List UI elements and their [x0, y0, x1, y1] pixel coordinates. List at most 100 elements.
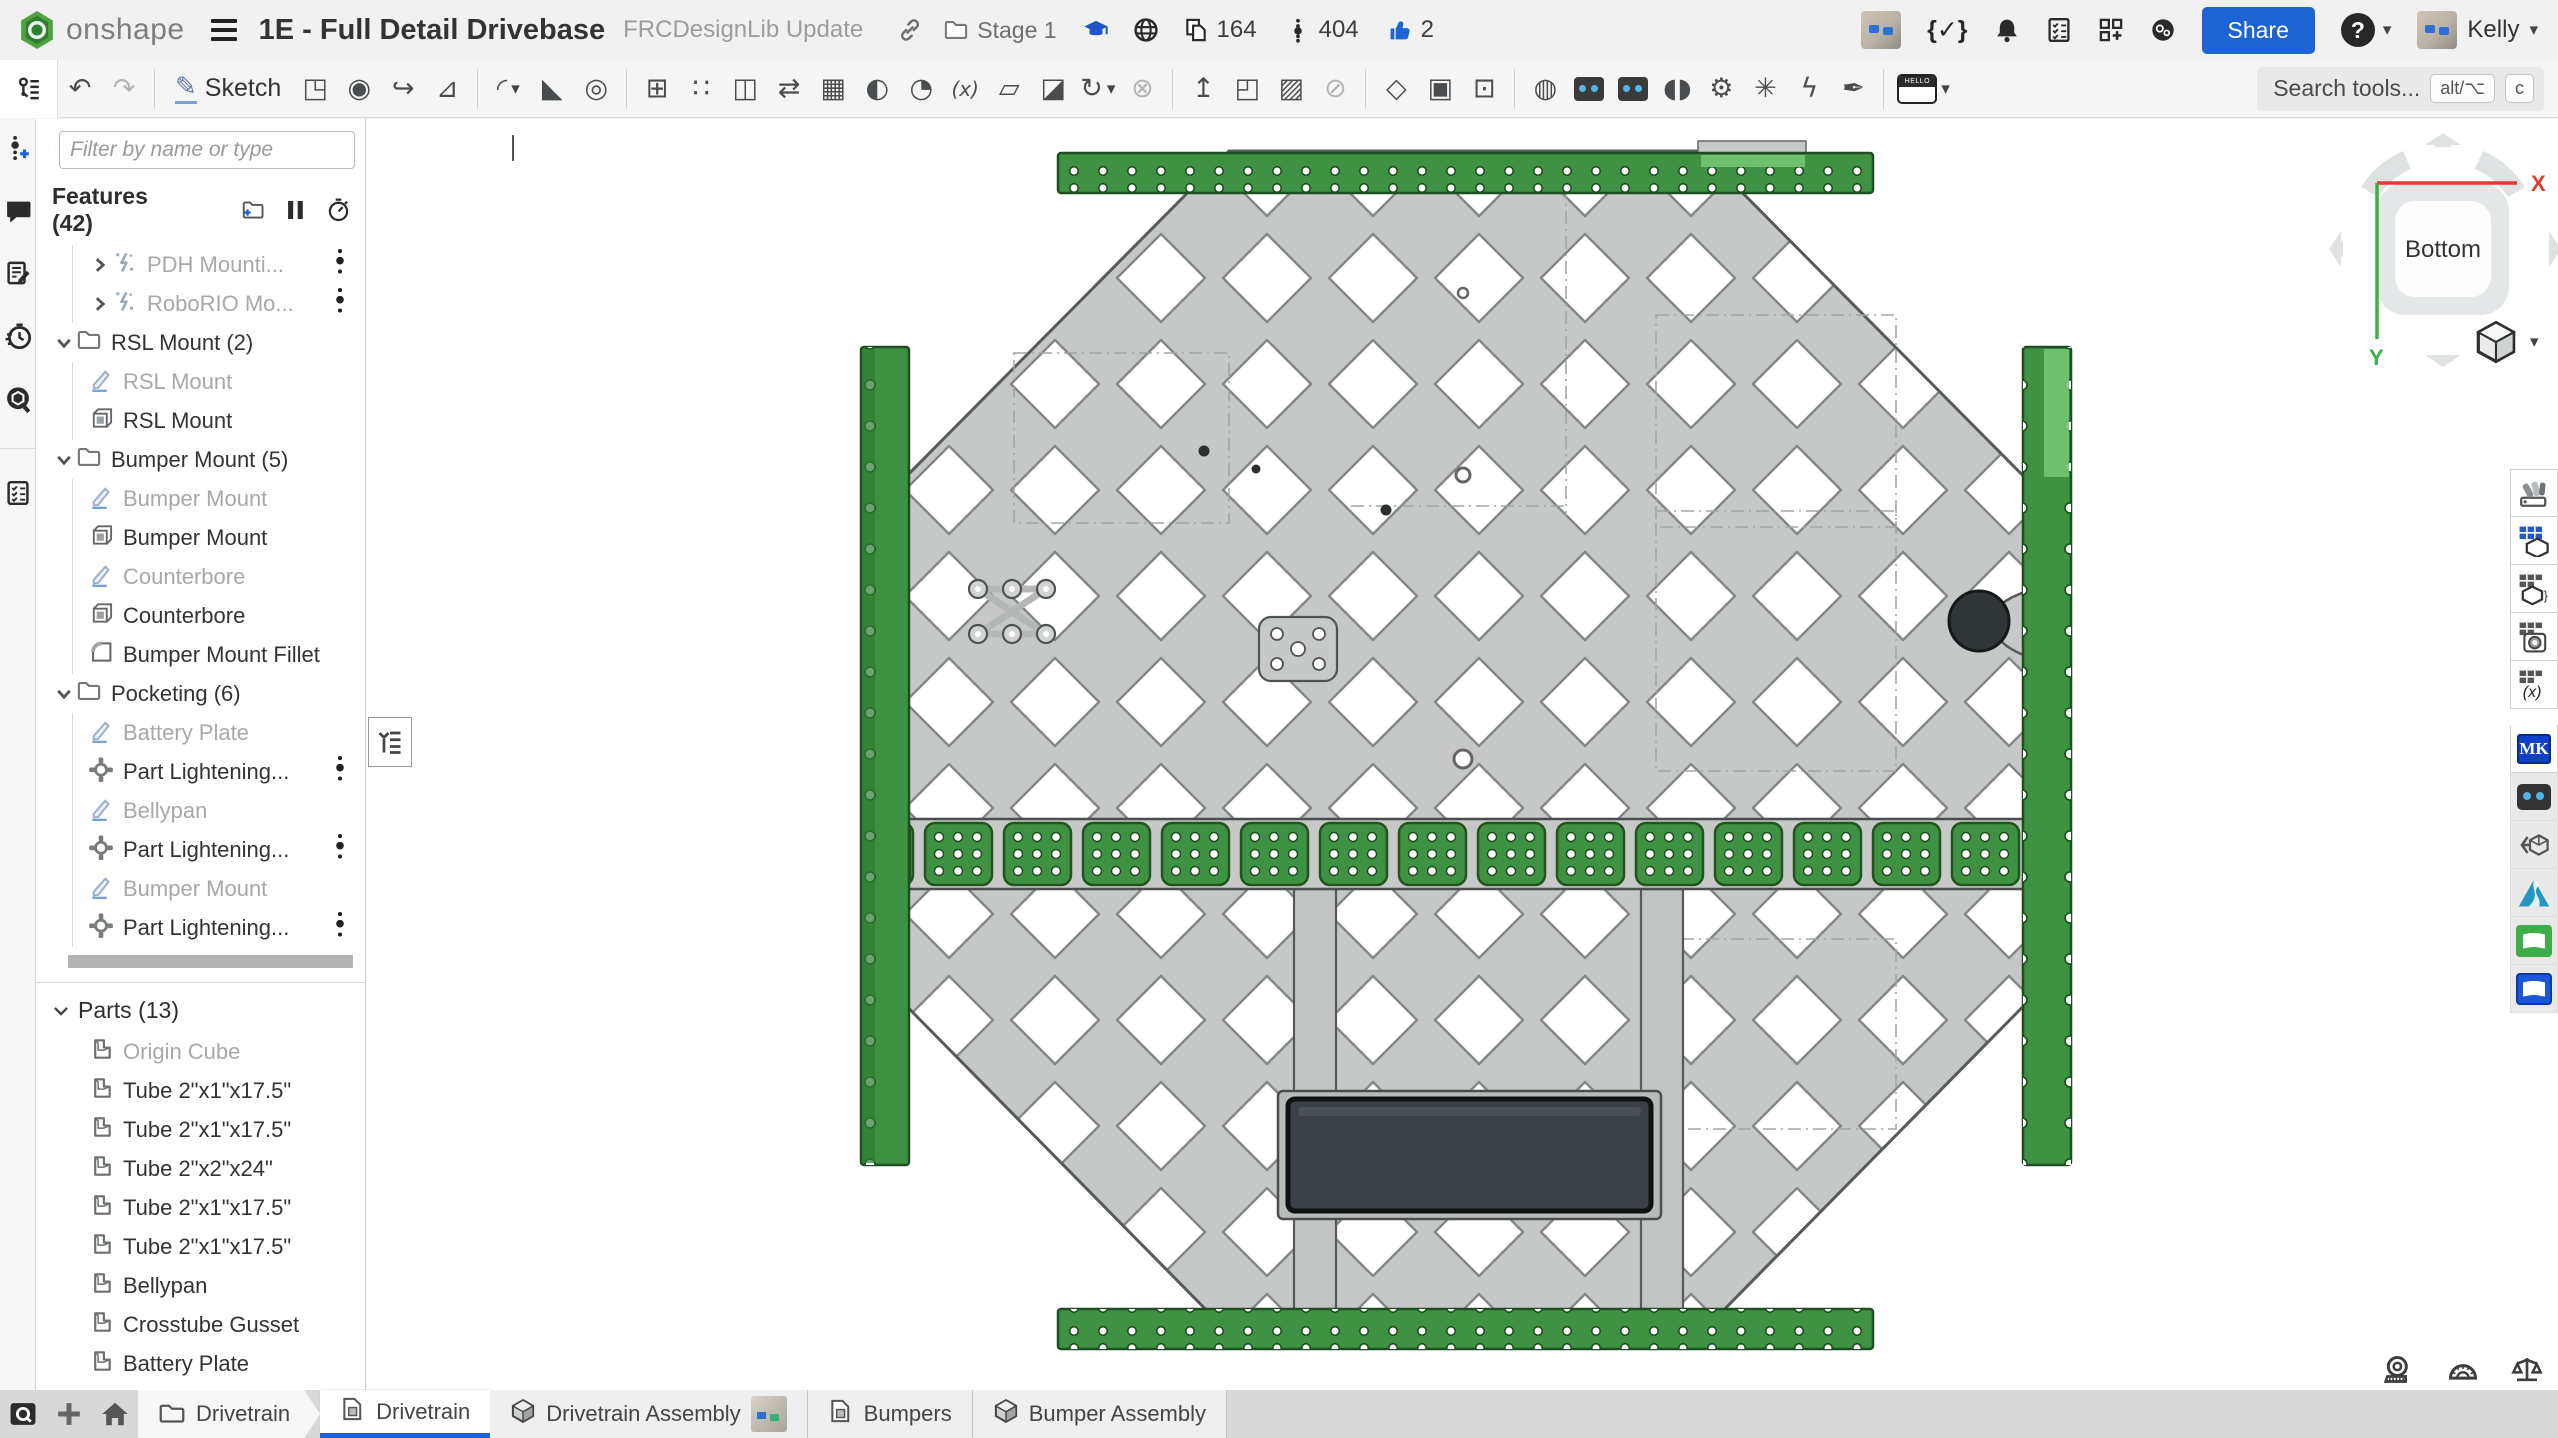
spacer-feature-icon[interactable]: ◍ — [1523, 65, 1567, 113]
part-row[interactable]: 2 in. Round Spacer — [36, 1383, 365, 1390]
robot-feature-2-icon[interactable] — [1611, 65, 1655, 113]
drivebase-model[interactable] — [366, 119, 2558, 1390]
part-row[interactable]: Tube 2"x1"x17.5" — [36, 1188, 365, 1227]
feature-menu-dots-icon[interactable] — [333, 286, 347, 321]
history-icon[interactable] — [4, 322, 32, 355]
tape-measure-icon[interactable] — [2382, 1354, 2416, 1384]
insert-version-icon[interactable] — [5, 133, 31, 168]
search-tools-box[interactable]: Search tools... alt/⌥ c — [2257, 67, 2544, 111]
face-icon[interactable]: ▱ — [987, 65, 1031, 113]
robot-app-icon[interactable] — [2510, 773, 2558, 821]
integrations-gear-icon[interactable] — [2150, 17, 2176, 43]
chevron-right-icon[interactable] — [88, 256, 112, 274]
document-tab-drivetrain[interactable]: Drivetrain — [320, 1390, 490, 1438]
appearance-editor-icon[interactable] — [2510, 469, 2558, 517]
variable-icon[interactable]: (x) — [943, 65, 987, 113]
part-row[interactable]: Crosstube Gusset — [36, 1305, 365, 1344]
center-gusset[interactable] — [1259, 617, 1337, 681]
add-tab-button[interactable] — [46, 1390, 92, 1438]
tasks-checklist-icon[interactable] — [2046, 17, 2072, 43]
chevron-down-icon[interactable] — [52, 334, 76, 352]
filter-funnel-icon[interactable] — [48, 137, 49, 163]
part-row[interactable]: Tube 2"x1"x17.5" — [36, 1110, 365, 1149]
composite-part-icon[interactable]: ▦ — [811, 65, 855, 113]
chevron-right-icon[interactable] — [88, 295, 112, 313]
learning-center-icon[interactable] — [1083, 17, 1109, 43]
feature-row[interactable]: RoboRIO Mo... — [36, 284, 365, 323]
part-export-app-icon[interactable] — [2510, 821, 2558, 869]
hole-table-icon[interactable] — [2510, 613, 2558, 661]
mountain-app-icon[interactable] — [2510, 869, 2558, 917]
extrude-icon[interactable]: ◳ — [293, 65, 337, 113]
delete-face-icon[interactable]: ⊘ — [1313, 65, 1357, 113]
home-tab-button[interactable] — [92, 1390, 138, 1438]
delete-part-icon[interactable]: ⊗ — [1120, 65, 1164, 113]
boolean-icon[interactable]: ◐ — [855, 65, 899, 113]
sweep-icon[interactable]: ↪ — [381, 65, 425, 113]
robot-feature-1-icon[interactable] — [1567, 65, 1611, 113]
feature-list-panel-toggle[interactable] — [0, 60, 58, 118]
feature-row[interactable]: Part Lightening... — [36, 908, 365, 947]
left-rail[interactable] — [861, 347, 909, 1165]
document-version-label[interactable]: FRCDesignLib Update — [623, 16, 863, 44]
configuration-table-icon[interactable]: } — [2510, 565, 2558, 613]
document-tab-bumper-assembly[interactable]: Bumper Assembly — [973, 1390, 1227, 1438]
variable-table-icon[interactable]: (x) — [2510, 661, 2558, 709]
transform-icon[interactable]: ⇄ — [767, 65, 811, 113]
feature-row[interactable]: RSL Mount — [36, 401, 365, 440]
mirror-icon[interactable]: ◫ — [723, 65, 767, 113]
featurescript-notices-icon[interactable]: {✓} — [1927, 15, 1967, 45]
pulley[interactable] — [1949, 591, 2009, 651]
model-viewport[interactable]: Bottom X Y ▾ }(x)MK — [366, 119, 2558, 1390]
chamfer-icon[interactable]: ◣ — [530, 65, 574, 113]
collapse-tree-button[interactable] — [368, 717, 412, 767]
undo-icon[interactable]: ↶ — [58, 65, 102, 113]
feature-row[interactable]: Bumper Mount Fillet — [36, 635, 365, 674]
part-row[interactable]: Bellypan — [36, 1266, 365, 1305]
marker-icon[interactable]: ✒ — [1831, 65, 1875, 113]
hole-icon[interactable]: ◎ — [574, 65, 618, 113]
part-row[interactable]: Tube 2"x1"x17.5" — [36, 1071, 365, 1110]
search-model-icon[interactable] — [4, 385, 32, 418]
part-row[interactable]: Tube 2"x1"x17.5" — [36, 1227, 365, 1266]
suppress-pause-icon[interactable] — [285, 198, 306, 222]
thicken-icon[interactable]: ↥ — [1181, 65, 1225, 113]
notifications-bell-icon[interactable] — [1994, 17, 2020, 43]
linear-pattern-icon[interactable]: ⊞ — [635, 65, 679, 113]
help-menu[interactable]: ? ▾ — [2341, 13, 2392, 47]
copies-counter[interactable]: 164 — [1183, 16, 1257, 44]
rollback-clock-icon[interactable] — [326, 197, 351, 223]
apps-grid-icon[interactable] — [2098, 17, 2124, 43]
feature-row[interactable]: Bumper Mount — [36, 479, 365, 518]
parts-header[interactable]: Parts (13) — [36, 983, 365, 1032]
checklist-icon[interactable] — [5, 479, 31, 512]
feature-row[interactable]: Bumper Mount — [36, 518, 365, 557]
featurescript-icon[interactable]: ϟ — [1787, 65, 1831, 113]
hello-nametag-icon[interactable]: HELLO▾ — [1892, 65, 1955, 113]
circular-pattern-icon[interactable]: ∷ — [679, 65, 723, 113]
protractor-icon[interactable] — [2446, 1354, 2480, 1384]
feature-row[interactable]: Bumper Mount (5) — [36, 440, 365, 479]
top-tube[interactable] — [1058, 141, 1873, 193]
document-thumbnail[interactable] — [1861, 11, 1901, 49]
feature-menu-dots-icon[interactable] — [333, 754, 347, 789]
part-row[interactable]: Origin Cube — [36, 1032, 365, 1071]
crosstube[interactable] — [879, 819, 2057, 889]
features-horizontal-scrollbar[interactable] — [68, 955, 353, 968]
part-row[interactable]: Tube 2"x2"x24" — [36, 1149, 365, 1188]
link-icon[interactable] — [897, 17, 923, 43]
feature-row[interactable]: Counterbore — [36, 557, 365, 596]
revolve-icon[interactable]: ◉ — [337, 65, 381, 113]
sprocket-feature-icon[interactable]: ✳ — [1743, 65, 1787, 113]
enclose-icon[interactable]: ◰ — [1225, 65, 1269, 113]
feature-row[interactable]: Pocketing (6) — [36, 674, 365, 713]
right-rail[interactable] — [2023, 347, 2071, 1165]
chevron-down-icon[interactable] — [52, 451, 76, 469]
green-library-app-icon[interactable] — [2510, 917, 2558, 965]
chevron-down-icon[interactable] — [52, 685, 76, 703]
redo-icon[interactable]: ↷ — [102, 65, 146, 113]
document-tab-drivetrain-assembly[interactable]: Drivetrain Assembly — [490, 1390, 807, 1438]
sketch-button[interactable]: ✎Sketch — [163, 73, 293, 103]
frame-table-icon[interactable] — [2510, 517, 2558, 565]
workspace-indicator[interactable]: Stage 1 — [943, 17, 1056, 44]
